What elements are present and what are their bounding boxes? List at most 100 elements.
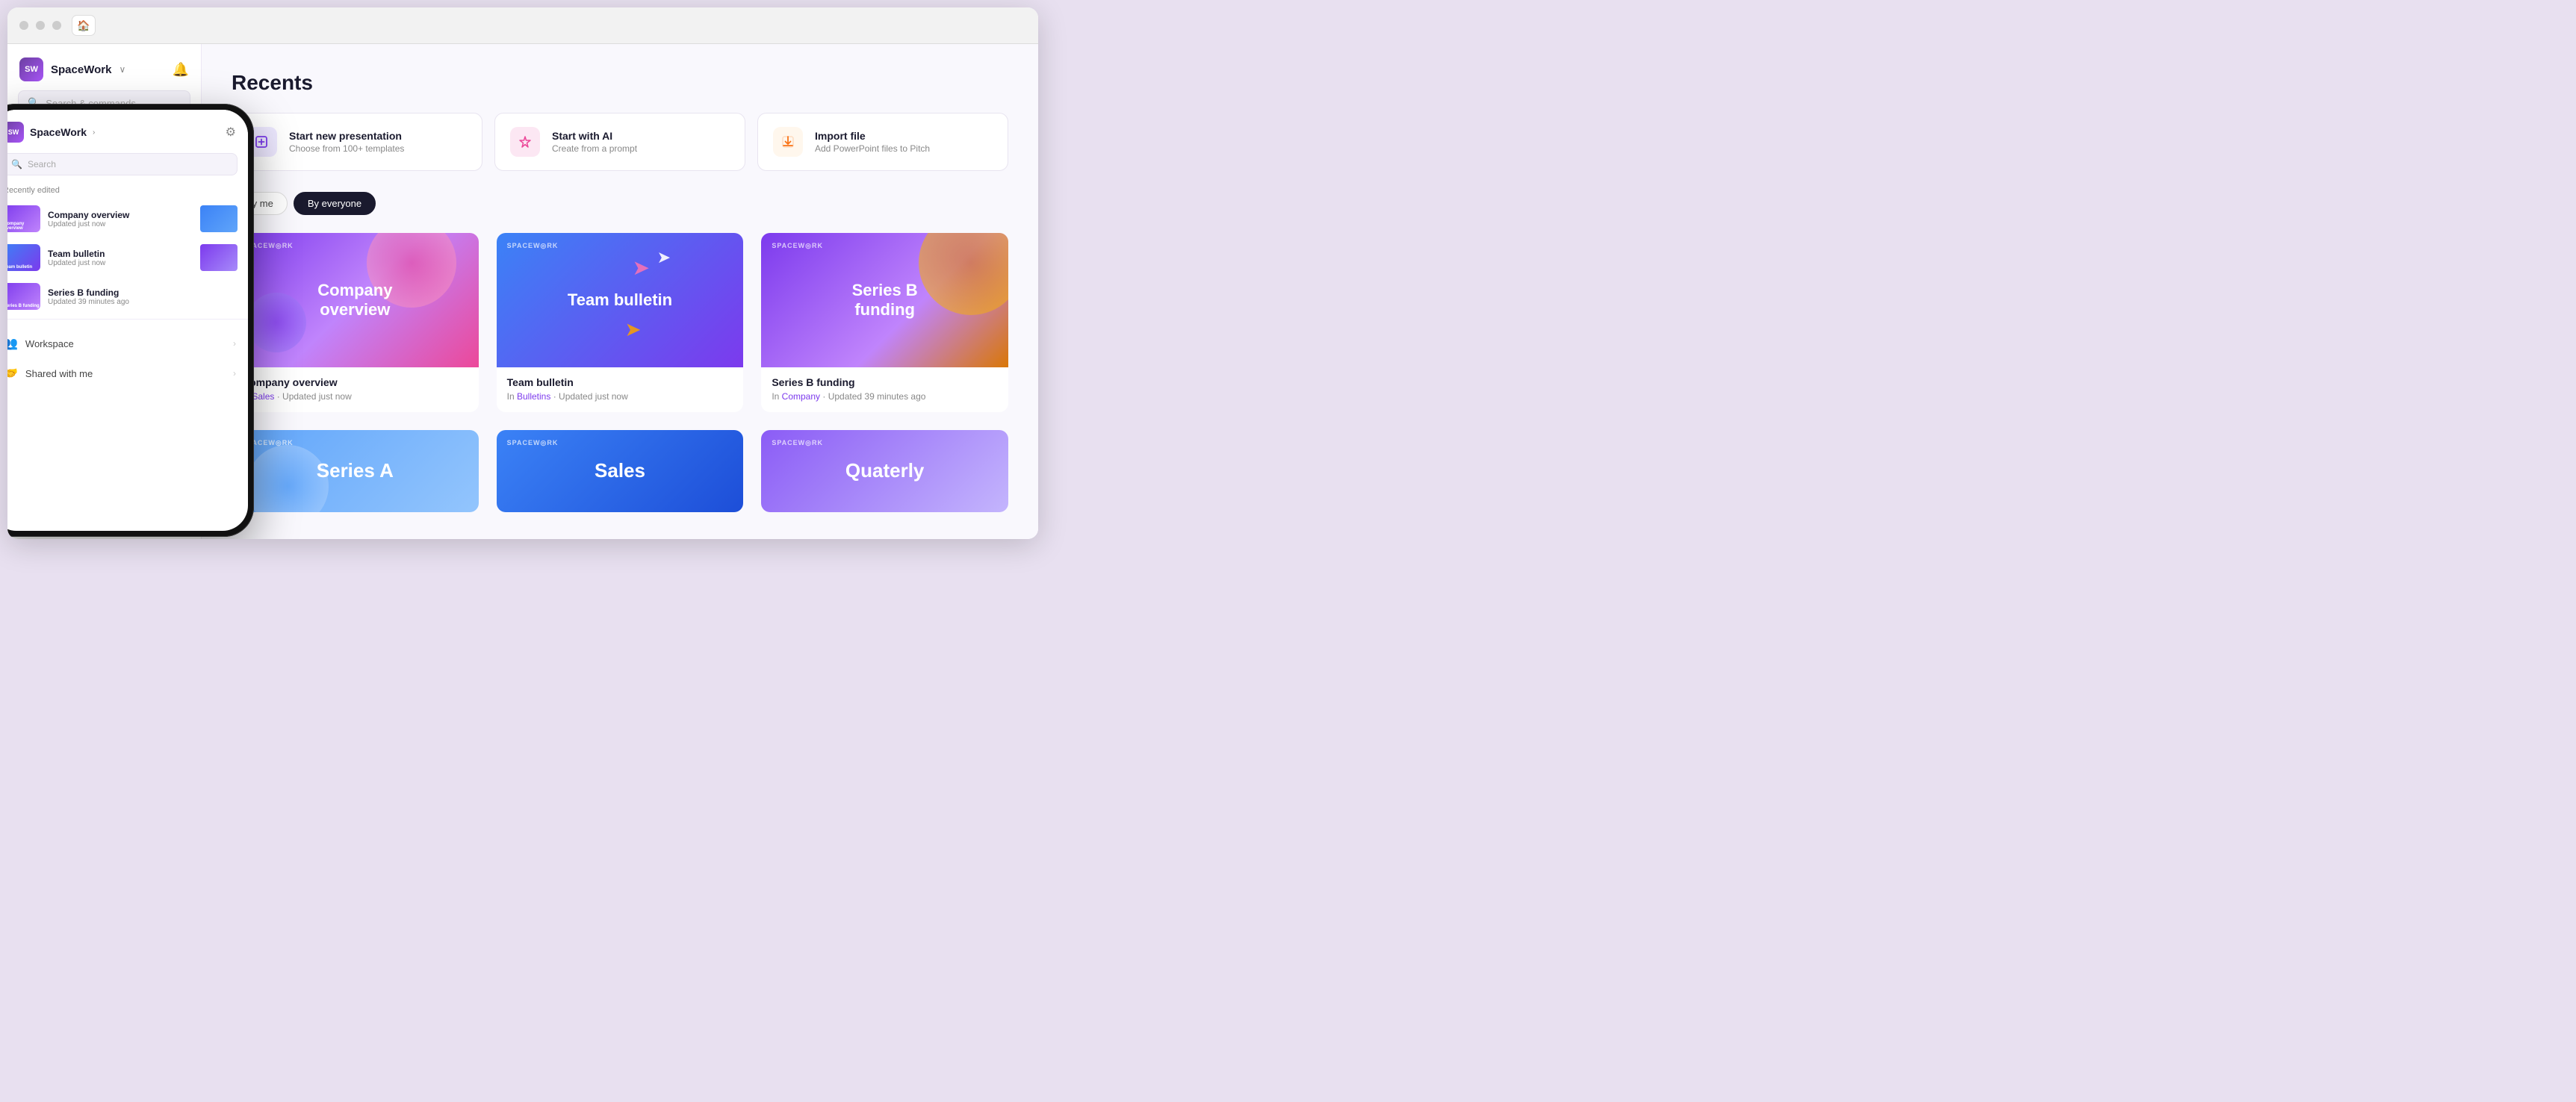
list-item-title: Series B funding — [48, 287, 238, 298]
home-icon: 🏠 — [77, 19, 90, 32]
filter-tab-by-everyone[interactable]: By everyone — [294, 192, 376, 215]
cursor-icon-orange: ➤ — [625, 318, 642, 341]
new-presentation-subtitle: Choose from 100+ templates — [289, 143, 404, 154]
browser-window: 🏠 SW SpaceWork ∨ 🔔 🔍 Search & commands — [7, 7, 1038, 539]
list-item-subtitle: Updated just now — [48, 259, 193, 267]
import-card-title: Import file — [815, 130, 930, 142]
workspace-chevron: › — [233, 338, 236, 349]
phone-nav-shared[interactable]: 🤝 Shared with me › — [7, 358, 248, 388]
phone-header: SW SpaceWork › ⚙ — [7, 110, 248, 150]
thumb-label: Series B funding — [7, 304, 40, 308]
thumb-title-label: Quaterly — [838, 452, 932, 490]
filter-tabs: By me By everyone — [232, 192, 1008, 215]
page-title: Recents — [232, 71, 1008, 95]
presentation-card-quarterly[interactable]: SPACEW◎RK Quaterly — [761, 430, 1008, 512]
presentation-card-series-b[interactable]: SPACEW◎RK Series Bfunding Series B fundi… — [761, 233, 1008, 412]
phone-brand-initials: SW — [8, 128, 19, 136]
list-item-extra-thumb — [200, 244, 238, 271]
list-item-title: Team bulletin — [48, 249, 193, 259]
presentation-thumbnail: SPACEW◎RK Series Bfunding — [761, 233, 1008, 367]
list-item-subtitle: Updated just now — [48, 220, 193, 228]
phone-brand-logo: SW — [7, 122, 24, 143]
presentation-info: Series B funding In Company · Updated 39… — [761, 367, 1008, 412]
action-card-ai[interactable]: Start with AI Create from a prompt — [494, 113, 745, 171]
action-card-new[interactable]: Start new presentation Choose from 100+ … — [232, 113, 482, 171]
app-container: SW SpaceWork ∨ 🔔 🔍 Search & commands — [7, 44, 1038, 539]
list-item-title: Company overview — [48, 210, 193, 220]
cursor-icon-pink: ➤ — [633, 255, 650, 280]
brand-chevron-icon: ∨ — [119, 64, 125, 75]
phone-search-icon: 🔍 — [11, 159, 22, 169]
brand-initials: SW — [25, 65, 38, 74]
thumb-spacework-logo: SPACEW◎RK — [772, 242, 823, 250]
thumb-orb-purple — [246, 293, 306, 352]
browser-titlebar: 🏠 — [7, 7, 1038, 44]
brand-name-label: SpaceWork — [51, 63, 111, 76]
presentation-thumbnail: SPACEW◎RK Quaterly — [761, 430, 1008, 512]
phone-overlay: SW SpaceWork › ⚙ 🔍 Search — [7, 104, 254, 537]
phone-brand-name: SpaceWork — [30, 126, 87, 138]
phone-brand-chevron: › — [93, 128, 95, 137]
import-card-subtitle: Add PowerPoint files to Pitch — [815, 143, 930, 154]
list-item-thumbnail: Series B funding — [7, 283, 40, 310]
presentation-meta-link[interactable]: Sales — [252, 391, 274, 402]
cursor-icon-white: ➤ — [657, 248, 671, 267]
thumb-orb-gold — [919, 233, 1008, 315]
thumb-spacework-logo: SPACEW◎RK — [507, 439, 559, 447]
phone-gear-icon[interactable]: ⚙ — [226, 125, 236, 140]
phone-screen: SW SpaceWork › ⚙ 🔍 Search — [7, 110, 248, 531]
browser-dot-yellow — [36, 21, 45, 30]
phone-nav-workspace[interactable]: 👥 Workspace › — [7, 329, 248, 358]
presentation-name: Team bulletin — [507, 376, 733, 388]
sidebar-brand[interactable]: SW SpaceWork ∨ — [19, 57, 125, 81]
ai-icon — [510, 127, 540, 157]
sidebar-header: SW SpaceWork ∨ 🔔 — [7, 44, 201, 90]
phone-nav: 👥 Workspace › 🤝 Shared with me › — [7, 323, 248, 391]
ai-card-subtitle: Create from a prompt — [552, 143, 637, 154]
thumb-label: Team bulletin — [7, 265, 32, 270]
browser-home-button[interactable]: 🏠 — [72, 15, 96, 36]
presentation-name: Series B funding — [772, 376, 998, 388]
thumb-title-label: Team bulletin — [560, 283, 680, 317]
presentation-card-company-overview[interactable]: SPACEW◎RK Companyoverview Company overvi… — [232, 233, 479, 412]
recently-edited-label: Recently edited — [7, 183, 248, 199]
workspace-icon: 👥 — [7, 336, 18, 351]
import-card-text: Import file Add PowerPoint files to Pitc… — [815, 130, 930, 154]
thumb-title-label: Series A — [309, 452, 401, 490]
presentation-meta-link[interactable]: Bulletins — [517, 391, 550, 402]
ai-card-text: Start with AI Create from a prompt — [552, 130, 637, 154]
list-item[interactable]: Company overview Company overview Update… — [7, 199, 248, 238]
presentation-thumbnail: SPACEW◎RK Sales — [497, 430, 744, 512]
bell-icon[interactable]: 🔔 — [173, 62, 189, 78]
presentation-meta-link[interactable]: Company — [782, 391, 820, 402]
thumb-title-label: Companyoverview — [310, 273, 400, 328]
phone-search-input[interactable]: 🔍 Search — [7, 153, 238, 175]
new-presentation-title: Start new presentation — [289, 130, 404, 142]
presentation-card-team-bulletin[interactable]: SPACEW◎RK ➤ ➤ ➤ Team bulletin Team bulle… — [497, 233, 744, 412]
shared-chevron: › — [233, 368, 236, 379]
list-item-thumbnail: Company overview — [7, 205, 40, 232]
list-item[interactable]: Team bulletin Team bulletin Updated just… — [7, 238, 248, 277]
phone-search-placeholder: Search — [28, 159, 56, 169]
list-item-info: Company overview Updated just now — [48, 210, 193, 228]
browser-dot-green — [52, 21, 61, 30]
workspace-label: Workspace — [25, 338, 74, 349]
phone-divider — [7, 319, 248, 320]
list-item-subtitle: Updated 39 minutes ago — [48, 298, 238, 306]
presentation-info: Company overview In Sales · Updated just… — [232, 367, 479, 412]
list-item-info: Team bulletin Updated just now — [48, 249, 193, 267]
phone-inner: SW SpaceWork › ⚙ 🔍 Search — [7, 110, 248, 531]
list-item-thumbnail: Team bulletin — [7, 244, 40, 271]
shared-label: Shared with me — [25, 368, 93, 379]
phone-brand[interactable]: SW SpaceWork › — [7, 122, 95, 143]
presentation-card-sales[interactable]: SPACEW◎RK Sales — [497, 430, 744, 512]
new-presentation-text: Start new presentation Choose from 100+ … — [289, 130, 404, 154]
phone-frame: SW SpaceWork › ⚙ 🔍 Search — [7, 104, 254, 537]
presentation-info: Team bulletin In Bulletins · Updated jus… — [497, 367, 744, 412]
presentation-card-series-a[interactable]: SPACEW◎RK Series A — [232, 430, 479, 512]
list-item[interactable]: Series B funding Series B funding Update… — [7, 277, 248, 316]
action-card-import[interactable]: Import file Add PowerPoint files to Pitc… — [757, 113, 1008, 171]
shared-icon: 🤝 — [7, 366, 18, 381]
thumb-label: Company overview — [7, 222, 40, 231]
presentation-meta: In Bulletins · Updated just now — [507, 391, 733, 402]
